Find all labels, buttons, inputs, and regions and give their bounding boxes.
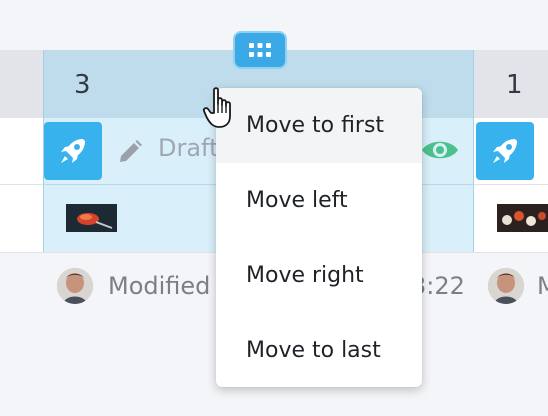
publish-button[interactable] (44, 122, 102, 180)
rocket-icon (493, 139, 517, 163)
column-drag-handle[interactable] (233, 31, 287, 69)
thumbnail-image (66, 204, 117, 232)
pencil-icon[interactable] (116, 138, 144, 170)
status-label: Draft (158, 134, 219, 162)
grid-dots-icon (249, 43, 271, 57)
menu-item-label: Move right (246, 263, 364, 288)
rocket-icon (61, 139, 85, 163)
publish-button[interactable] (476, 122, 534, 180)
eye-icon[interactable] (420, 136, 460, 168)
menu-item-move-left[interactable]: Move left (216, 163, 422, 238)
next-column-header-number: 1 (506, 70, 523, 100)
avatar (57, 268, 93, 304)
column-context-menu: Move to first Move left Move right Move … (216, 88, 422, 387)
hand-pointer-icon (202, 86, 238, 134)
modified-label: Modified (108, 272, 211, 300)
menu-item-move-to-last[interactable]: Move to last (216, 313, 422, 387)
menu-item-move-right[interactable]: Move right (216, 238, 422, 313)
menu-item-label: Move to first (246, 113, 385, 138)
modified-label: M (537, 272, 548, 300)
menu-item-label: Move to last (246, 338, 381, 363)
column-header-number: 3 (74, 70, 91, 100)
menu-item-move-to-first[interactable]: Move to first (216, 88, 422, 163)
menu-item-label: Move left (246, 188, 348, 213)
avatar (488, 268, 524, 304)
thumbnail-image (497, 204, 548, 232)
